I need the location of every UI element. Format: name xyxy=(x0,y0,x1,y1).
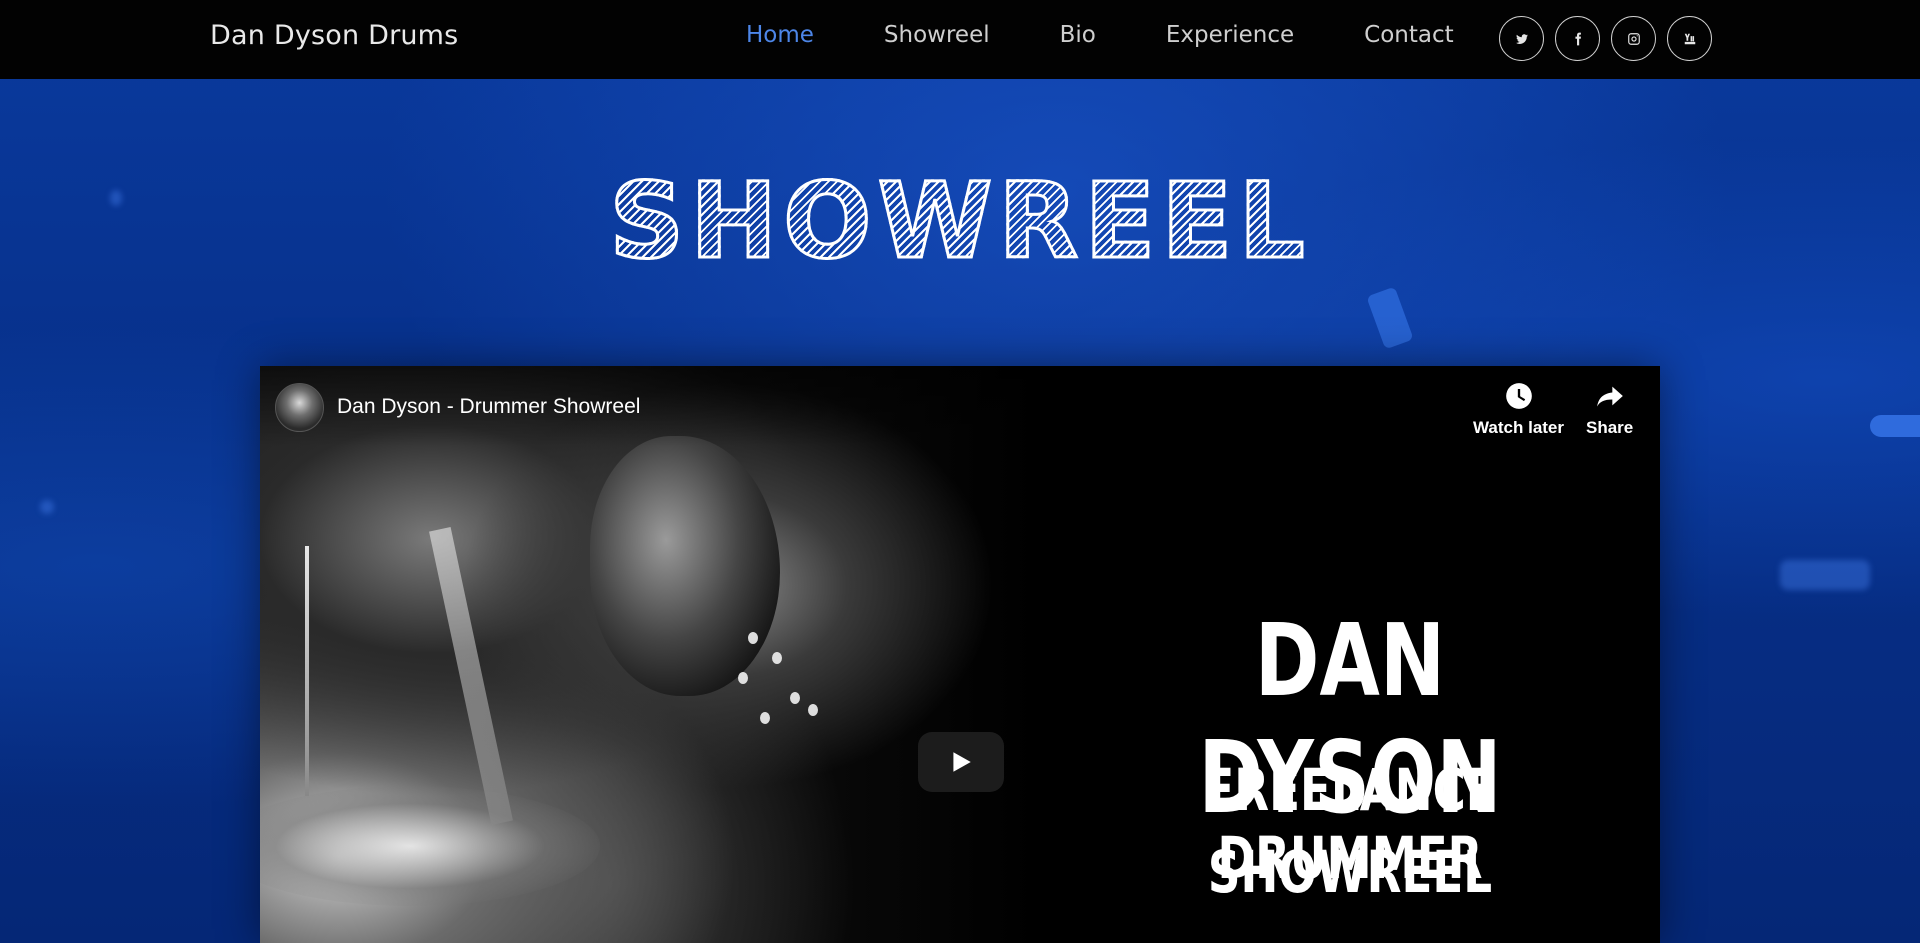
video-embed[interactable]: DAN DYSON FREELANCE DRUMMER SHOWREEL Dan… xyxy=(260,366,1660,943)
play-button[interactable] xyxy=(918,732,1004,792)
nav-link-experience[interactable]: Experience xyxy=(1166,22,1294,48)
twitter-icon[interactable] xyxy=(1499,16,1544,61)
light-dot xyxy=(738,672,748,684)
cymbal-shape xyxy=(260,786,600,906)
video-thumbnail-photo xyxy=(260,366,1040,943)
nav-link-home[interactable]: Home xyxy=(746,22,814,48)
light-dot xyxy=(748,632,758,644)
light-dot xyxy=(790,692,800,704)
microphone-shape xyxy=(1366,286,1414,350)
nav-links: Home Showreel Bio Experience Contact xyxy=(746,22,1454,48)
nav-link-showreel[interactable]: Showreel xyxy=(884,22,990,48)
stage-light-shape xyxy=(1870,415,1920,437)
share-button[interactable]: Share xyxy=(1586,382,1633,438)
youtube-icon[interactable] xyxy=(1667,16,1712,61)
nav-link-bio[interactable]: Bio xyxy=(1060,22,1096,48)
light-dot xyxy=(760,712,770,724)
page: Dan Dyson Drums Home Showreel Bio Experi… xyxy=(0,0,1920,943)
share-icon xyxy=(1596,382,1624,410)
bokeh-light xyxy=(40,500,54,514)
instagram-icon[interactable] xyxy=(1611,16,1656,61)
watch-later-label: Watch later xyxy=(1473,418,1565,437)
social-links xyxy=(1499,16,1723,61)
video-title[interactable]: Dan Dyson - Drummer Showreel xyxy=(337,395,640,419)
stick-shape xyxy=(429,526,513,826)
section-heading: SHOWREEL xyxy=(0,159,1920,284)
drummer-head-shape xyxy=(590,436,780,696)
watch-later-button[interactable]: Watch later xyxy=(1473,382,1564,438)
light-dot xyxy=(808,704,818,716)
share-label: Share xyxy=(1586,418,1634,437)
facebook-icon[interactable] xyxy=(1555,16,1600,61)
nav-link-contact[interactable]: Contact xyxy=(1364,22,1453,48)
stand-shape xyxy=(305,546,309,796)
light-dot xyxy=(772,652,782,664)
bokeh-light xyxy=(1780,560,1870,590)
site-brand[interactable]: Dan Dyson Drums xyxy=(210,20,458,51)
play-icon xyxy=(953,752,971,772)
poster-subtitle-2: SHOWREEL xyxy=(1207,838,1493,906)
channel-avatar[interactable] xyxy=(275,383,324,432)
top-navbar: Dan Dyson Drums Home Showreel Bio Experi… xyxy=(0,0,1920,79)
clock-icon xyxy=(1505,382,1533,410)
